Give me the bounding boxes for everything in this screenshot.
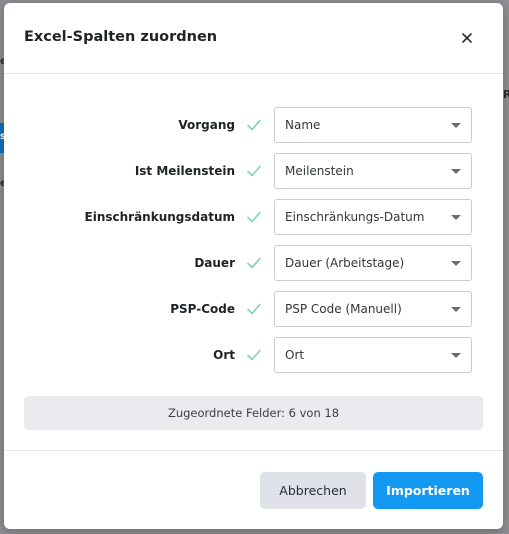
- column-select[interactable]: Meilenstein: [274, 153, 472, 189]
- check-icon: [247, 303, 261, 315]
- select-value: Meilenstein: [285, 164, 354, 178]
- select-value: Dauer (Arbeitstage): [285, 256, 405, 270]
- mapping-row: Vorgang Name: [4, 107, 503, 143]
- chevron-down-icon: [451, 261, 461, 266]
- close-icon: [462, 33, 472, 43]
- column-select[interactable]: Einschränkungs-Datum: [274, 199, 472, 235]
- mapping-label: Einschränkungsdatum: [84, 210, 235, 224]
- mapping-label: Vorgang: [178, 118, 235, 132]
- chevron-down-icon: [451, 169, 461, 174]
- column-select[interactable]: PSP Code (Manuell): [274, 291, 472, 327]
- mapping-row: PSP-Code PSP Code (Manuell): [4, 291, 503, 327]
- check-icon: [247, 211, 261, 223]
- column-select[interactable]: Name: [274, 107, 472, 143]
- check-icon: [247, 119, 261, 131]
- mapping-label: PSP-Code: [170, 302, 235, 316]
- check-icon: [247, 165, 261, 177]
- select-value: Einschränkungs-Datum: [285, 210, 425, 224]
- select-value: Name: [285, 118, 321, 132]
- check-icon: [247, 257, 261, 269]
- column-select[interactable]: Dauer (Arbeitstage): [274, 245, 472, 281]
- cancel-button[interactable]: Abbrechen: [260, 472, 366, 509]
- chevron-down-icon: [451, 215, 461, 220]
- close-button[interactable]: [454, 25, 480, 51]
- check-icon: [247, 349, 261, 361]
- chevron-down-icon: [451, 353, 461, 358]
- chevron-down-icon: [451, 307, 461, 312]
- dialog-header: Excel-Spalten zuordnen: [4, 3, 503, 74]
- import-button[interactable]: Importieren: [373, 472, 483, 509]
- mapping-label: Dauer: [194, 256, 235, 270]
- mapping-row: Ort Ort: [4, 337, 503, 373]
- select-value: PSP Code (Manuell): [285, 302, 402, 316]
- select-value: Ort: [285, 348, 305, 362]
- mapping-label: Ort: [213, 348, 235, 362]
- column-mapping-dialog: Excel-Spalten zuordnen Vorgang Name Ist …: [4, 3, 503, 529]
- footer-divider: [4, 450, 503, 451]
- background-fragment: R: [503, 88, 509, 101]
- dialog-title: Excel-Spalten zuordnen: [24, 29, 218, 45]
- chevron-down-icon: [451, 123, 461, 128]
- mapping-row: Einschränkungsdatum Einschränkungs-Datum: [4, 199, 503, 235]
- mapping-row: Ist Meilenstein Meilenstein: [4, 153, 503, 189]
- mapping-label: Ist Meilenstein: [134, 164, 235, 178]
- mapped-fields-status: Zugeordnete Felder: 6 von 18: [24, 396, 483, 430]
- mapping-row: Dauer Dauer (Arbeitstage): [4, 245, 503, 281]
- background-strip: [503, 0, 509, 534]
- column-select[interactable]: Ort: [274, 337, 472, 373]
